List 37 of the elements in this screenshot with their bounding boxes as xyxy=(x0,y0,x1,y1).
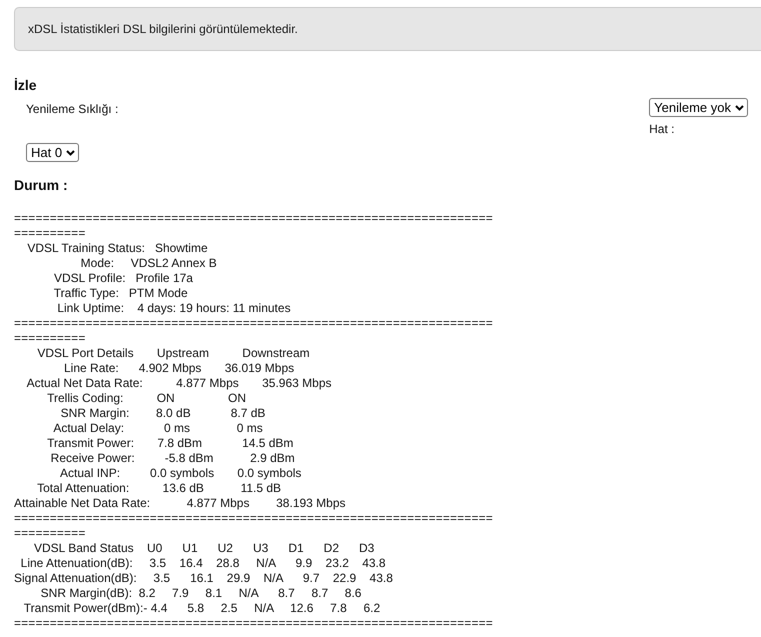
separator-line: =================================================================== xyxy=(14,316,493,331)
status-line: SNR Margin: 8.0 dB 8.7 dB xyxy=(60,406,266,421)
chevron-down-icon xyxy=(66,150,76,156)
separator-line: =================================================================== xyxy=(14,211,493,226)
status-line: Actual INP: 0.0 symbols 0.0 symbols xyxy=(59,466,302,481)
status-line: VDSL Training Status: Showtime xyxy=(26,241,208,256)
status-line: Actual Net Data Rate: 4.877 Mbps 35.963 Mbps xyxy=(26,376,332,391)
status-line: Attainable Net Data Rate: 4.877 Mbps 38.193 Mbps xyxy=(14,496,346,511)
status-line: Receive Power: -5.8 dBm 2.9 dBm xyxy=(50,451,295,466)
status-line: VDSL Band Status U0 U1 U2 U3 D1 D2 D3 xyxy=(33,541,374,556)
status-line: Actual Delay: 0 ms 0 ms xyxy=(52,421,263,436)
status-line: VDSL Port Details Upstream Downstream xyxy=(36,346,310,361)
refresh-label: Yenileme Sıklığı : xyxy=(26,102,118,117)
section-title: İzle xyxy=(14,77,38,94)
section-title: Durum : xyxy=(14,177,69,194)
status-line: SNR Margin(dB): 8.2 7.9 8.1 N/A 8.7 8.7 8.6 xyxy=(40,586,362,601)
line-select[interactable]: Hat 0 xyxy=(26,143,80,162)
status-line: VDSL Profile: Profile 17a xyxy=(53,271,193,286)
status-line: Mode: VDSL2 Annex B xyxy=(80,256,217,271)
refresh-select[interactable]: Yenileme yok xyxy=(649,98,748,117)
status-line: Trellis Coding: ON ON xyxy=(46,391,246,406)
status-line: Transmit Power: 7.8 dBm 14.5 dBm xyxy=(46,436,294,451)
info-message: xDSL İstatistikleri DSL bilgilerini görüntülemektedir. xyxy=(28,22,298,36)
status-line: Traffic Type: PTM Mode xyxy=(52,286,188,301)
status-line: Transmit Power(dBm):- 4.4 5.8 2.5 N/A 12.6 7.8 6.2 xyxy=(22,601,380,616)
separator-line: =================================================================== xyxy=(14,616,493,631)
chevron-down-icon xyxy=(735,104,744,110)
separator-line: ========== xyxy=(14,226,86,241)
status-line: Line Rate: 4.902 Mbps 36.019 Mbps xyxy=(63,361,294,376)
separator-line: ========== xyxy=(14,331,86,346)
line-label: Hat : xyxy=(649,122,674,137)
separator-line: ========== xyxy=(14,526,86,541)
status-line: Signal Attenuation(dB): 3.5 16.1 29.9 N/A 9.7 22.9 43.8 xyxy=(14,571,393,586)
status-line: Line Attenuation(dB): 3.5 16.4 28.8 N/A 9.9 23.2 43.8 xyxy=(20,556,386,571)
status-line: Total Attenuation: 13.6 dB 11.5 dB xyxy=(36,481,282,496)
status-line: Link Uptime: 4 days: 19 hours: 11 minutes xyxy=(56,301,291,316)
separator-line: =================================================================== xyxy=(14,511,493,526)
